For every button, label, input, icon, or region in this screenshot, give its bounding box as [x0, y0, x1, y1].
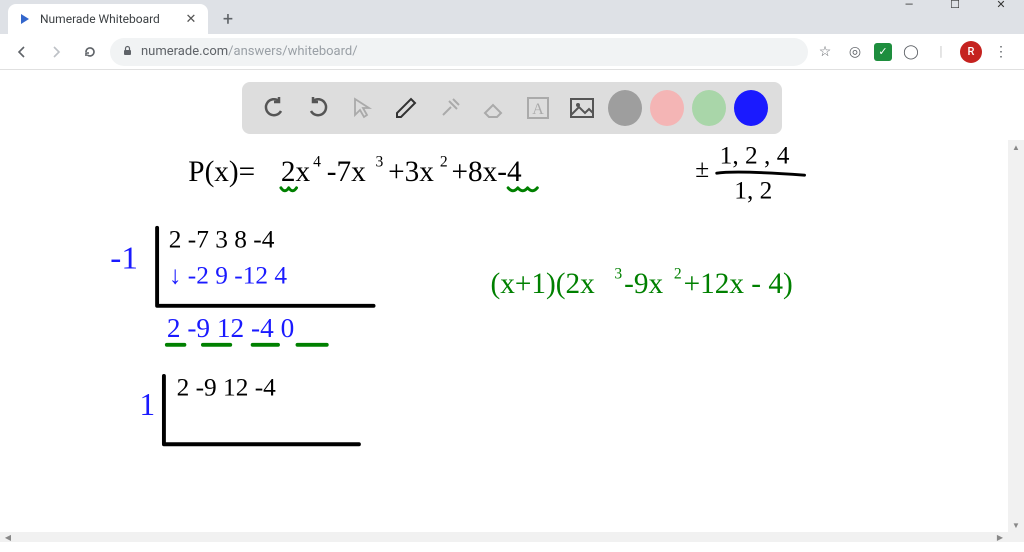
browser-toolbar: numerade.com/answers/whiteboard/ ☆ ◎ ✓ ◯… — [0, 34, 1024, 70]
scroll-up-icon[interactable]: ▲ — [1008, 140, 1024, 154]
syn1-divisor: -1 — [110, 240, 138, 277]
text-tool-button[interactable]: A — [520, 89, 556, 127]
color-green-button[interactable] — [692, 90, 726, 126]
tab-close-button[interactable]: ✕ — [184, 12, 198, 26]
new-tab-button[interactable]: + — [214, 5, 242, 33]
svg-text:3: 3 — [614, 266, 622, 283]
scroll-left-icon[interactable]: ◀ — [0, 532, 16, 542]
toolbar-right: ☆ ◎ ✓ ◯ | R ⋮ — [814, 41, 1016, 63]
image-tool-button[interactable] — [564, 89, 600, 127]
extension-icon-1[interactable]: ◎ — [844, 41, 866, 63]
horizontal-scrollbar[interactable]: ◀ ▶ — [0, 532, 1008, 542]
whiteboard-toolbar: A — [242, 82, 782, 134]
tab-title: Numerade Whiteboard — [40, 12, 176, 26]
svg-text:+12x - 4): +12x - 4) — [684, 268, 793, 300]
scroll-right-icon[interactable]: ▶ — [992, 532, 1008, 542]
svg-text:3: 3 — [376, 153, 384, 170]
color-gray-button[interactable] — [608, 90, 642, 126]
svg-text:A: A — [532, 101, 544, 118]
extension-check-icon[interactable]: ✓ — [874, 43, 892, 61]
poly-text: P(x)= — [188, 156, 255, 188]
window-minimize-button[interactable]: — — [886, 0, 932, 18]
svg-text:-9x: -9x — [624, 268, 663, 300]
select-tool-button[interactable] — [344, 89, 380, 127]
svg-text:-7x: -7x — [327, 156, 366, 188]
svg-text:1, 2: 1, 2 — [734, 177, 772, 205]
scroll-down-icon[interactable]: ▼ — [1008, 518, 1024, 532]
svg-text:2x: 2x — [281, 156, 311, 188]
color-pink-button[interactable] — [650, 90, 684, 126]
syn1-row2: ↓ -2 9 -12 4 — [169, 261, 288, 289]
redo-button[interactable] — [300, 89, 336, 127]
extension-icon-2[interactable]: ◯ — [900, 41, 922, 63]
scroll-corner — [1008, 532, 1024, 542]
divider: | — [930, 41, 952, 63]
tools-button[interactable] — [432, 89, 468, 127]
svg-text:1, 2 , 4: 1, 2 , 4 — [720, 142, 790, 169]
page-content: A P(x)= 2x 4 -7x 3 +3x 2 +8x-4 — [0, 70, 1024, 542]
tab-favicon-icon — [18, 12, 32, 26]
whiteboard-canvas[interactable]: P(x)= 2x 4 -7x 3 +3x 2 +8x-4 1, 2 , 4 ± … — [0, 142, 1024, 532]
syn1-result: 2 -9 12 -4 0 — [167, 313, 294, 343]
bookmark-star-button[interactable]: ☆ — [814, 41, 836, 63]
svg-text:4: 4 — [313, 153, 321, 170]
syn2-row1: 2 -9 12 -4 — [177, 374, 277, 402]
eraser-tool-button[interactable] — [476, 89, 512, 127]
address-bar[interactable]: numerade.com/answers/whiteboard/ — [110, 38, 808, 66]
browser-tabstrip: Numerade Whiteboard ✕ + — ☐ ✕ — [0, 0, 1024, 34]
nav-reload-button[interactable] — [76, 38, 104, 66]
svg-text:+3x: +3x — [388, 156, 434, 188]
svg-text:2: 2 — [440, 153, 448, 170]
profile-avatar-button[interactable]: R — [960, 41, 982, 63]
svg-text:2: 2 — [674, 266, 682, 283]
window-maximize-button[interactable]: ☐ — [932, 0, 978, 18]
factored-text: (x+1)(2x — [491, 268, 596, 300]
browser-menu-button[interactable]: ⋮ — [990, 41, 1012, 63]
color-blue-button[interactable] — [734, 90, 768, 126]
syn1-row1: 2 -7 3 8 -4 — [169, 225, 275, 253]
syn2-divisor: 1 — [140, 387, 156, 422]
undo-button[interactable] — [256, 89, 292, 127]
nav-forward-button[interactable] — [42, 38, 70, 66]
pen-tool-button[interactable] — [388, 89, 424, 127]
url-text: numerade.com/answers/whiteboard/ — [141, 44, 358, 59]
svg-text:+8x-4: +8x-4 — [452, 156, 522, 188]
lock-icon — [122, 45, 133, 59]
handwriting-svg: P(x)= 2x 4 -7x 3 +3x 2 +8x-4 1, 2 , 4 ± … — [0, 142, 1024, 532]
browser-tab[interactable]: Numerade Whiteboard ✕ — [8, 4, 208, 34]
vertical-scrollbar[interactable]: ▲ ▼ — [1008, 140, 1024, 532]
window-close-button[interactable]: ✕ — [978, 0, 1024, 18]
nav-back-button[interactable] — [8, 38, 36, 66]
svg-text:±: ± — [695, 155, 709, 183]
